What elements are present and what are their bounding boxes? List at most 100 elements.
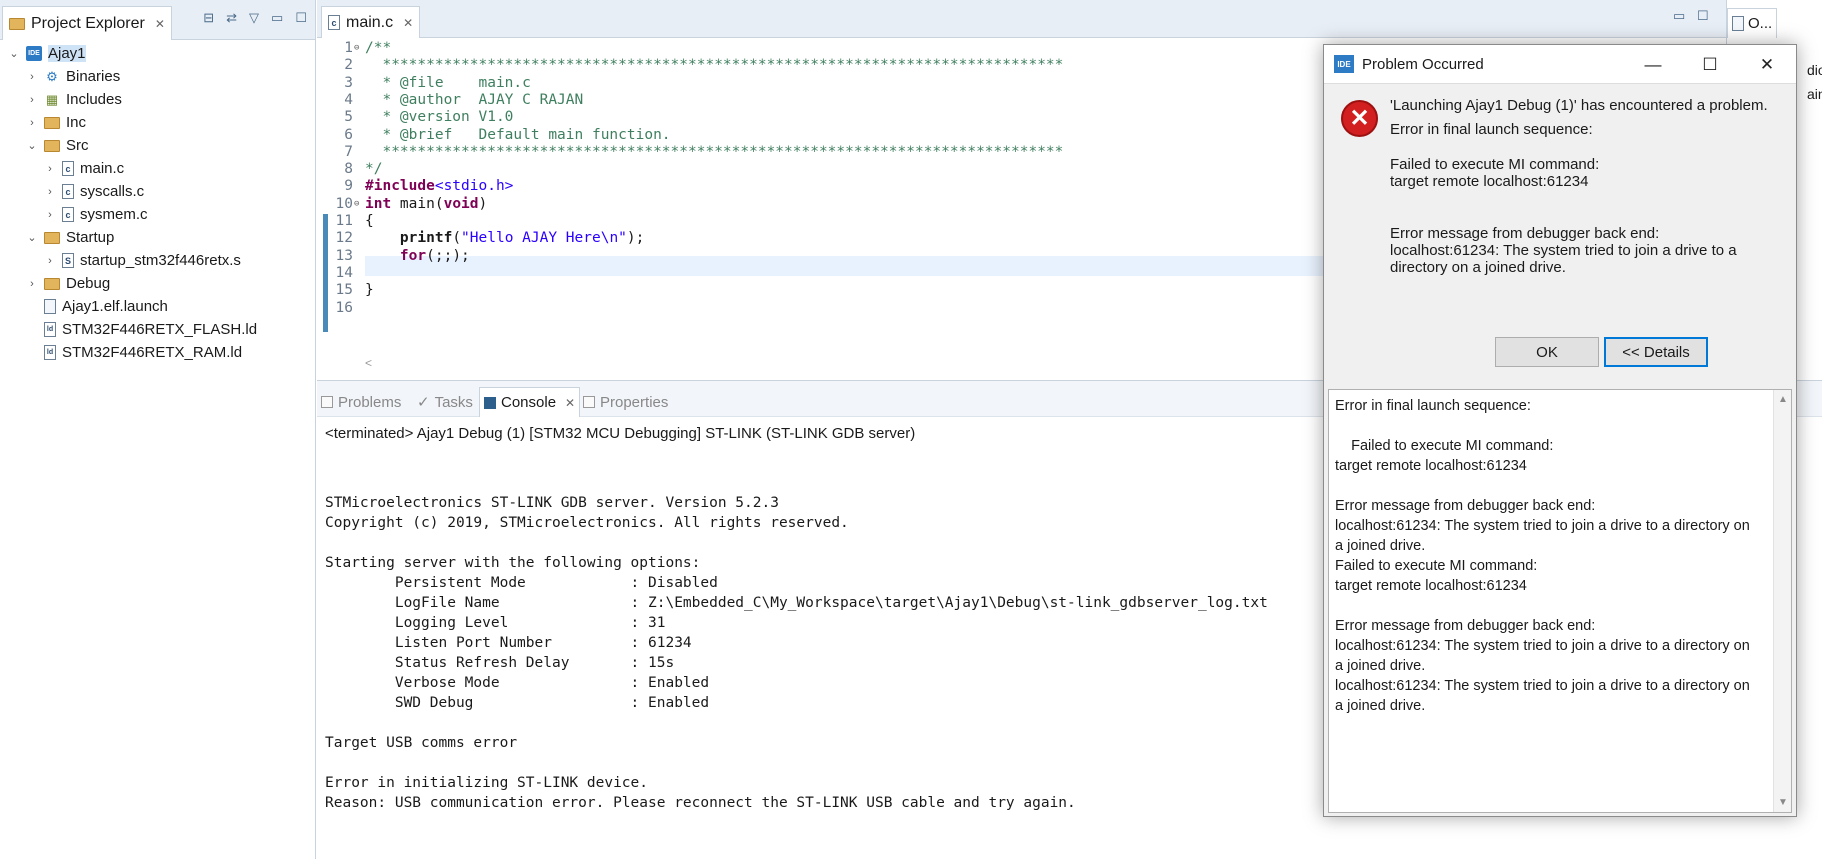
chevron-right-icon[interactable]: › (26, 117, 38, 129)
console-line: Persistent Mode : Disabled (325, 575, 718, 591)
tab-main-c[interactable]: c main.c ✕ (321, 6, 421, 38)
details-line: localhost:61234: The system tried to joi… (1335, 518, 1750, 534)
close-icon[interactable]: ✕ (403, 16, 413, 30)
collapse-all-icon[interactable]: ⊟ (203, 10, 214, 26)
ok-button[interactable]: OK (1495, 337, 1599, 367)
tab-properties[interactable]: Properties (579, 387, 672, 417)
console-output[interactable]: STMicroelectronics ST-LINK GDB server. V… (325, 473, 1268, 813)
close-icon[interactable]: ✕ (565, 396, 575, 410)
code-line: ****************************************… (365, 143, 1064, 160)
problems-icon (321, 396, 333, 408)
close-icon[interactable]: ✕ (155, 17, 165, 31)
dialog-message-line: target remote localhost:61234 (1390, 172, 1589, 190)
tree-item-label: Inc (66, 114, 87, 131)
maximize-icon[interactable]: ☐ (295, 10, 307, 26)
outline-item[interactable]: dio.h (1807, 62, 1822, 78)
tree-item-label: Ajay1.elf.launch (62, 298, 168, 315)
line-number: 5 (344, 109, 353, 126)
tree-item[interactable]: › Inc (26, 111, 86, 134)
window-close-button[interactable]: ✕ (1738, 45, 1796, 84)
editor-scroll-left-arrow[interactable]: < (365, 356, 372, 370)
window-maximize-button[interactable]: ☐ (1681, 45, 1739, 84)
fold-icon[interactable]: ⊖ (354, 43, 359, 53)
console-line: Error in initializing ST-LINK device. (325, 775, 649, 791)
console-title: <terminated> Ajay1 Debug (1) [STM32 MCU … (325, 425, 916, 442)
tree-item[interactable]: › ⚙ Binaries (26, 65, 120, 88)
chevron-down-icon[interactable]: ⌄ (8, 47, 20, 60)
details-line: Failed to execute MI command: (1335, 438, 1554, 454)
fold-icon[interactable]: ⊖ (354, 199, 359, 209)
tree-item[interactable]: ld STM32F446RETX_RAM.ld (26, 341, 242, 364)
chevron-down-icon[interactable]: ⌄ (26, 139, 38, 152)
tab-outline[interactable]: O... (1727, 8, 1778, 38)
tab-console[interactable]: Console ✕ (479, 387, 581, 417)
chevron-down-icon[interactable]: ⌄ (26, 231, 38, 244)
includes-icon: ▦ (45, 91, 59, 107)
tab-project-explorer[interactable]: Project Explorer ✕ (2, 6, 172, 40)
minimize-icon[interactable]: ▭ (271, 10, 283, 26)
details-text-area[interactable]: Error in final launch sequence: Failed t… (1328, 389, 1792, 813)
tree-item[interactable]: Ajay1.elf.launch (26, 295, 168, 318)
minimize-icon[interactable]: ▭ (1673, 8, 1685, 24)
tree-item[interactable]: › c main.c (44, 157, 124, 180)
console-line: Verbose Mode : Enabled (325, 675, 710, 691)
line-number: 4 (344, 91, 353, 108)
line-number: 14 (335, 264, 353, 281)
tree-item-label: syscalls.c (80, 183, 145, 200)
console-line: Status Refresh Delay : 15s (325, 655, 675, 671)
code-line: * @brief Default main function. (365, 126, 671, 143)
line-number: 9 (344, 178, 353, 195)
chevron-right-icon[interactable]: › (44, 255, 56, 267)
c-file-icon: c (62, 207, 74, 222)
tree-item-label: Startup (66, 229, 115, 246)
details-line: localhost:61234: The system tried to joi… (1335, 678, 1750, 694)
chevron-right-icon[interactable]: › (26, 71, 38, 83)
tree-item[interactable]: ⌄ Startup (26, 226, 114, 249)
details-scrollbar[interactable]: ▲ ▼ (1773, 390, 1791, 812)
view-menu-icon[interactable]: ▽ (249, 10, 259, 26)
maximize-icon[interactable]: ☐ (1697, 8, 1709, 24)
chevron-right-icon[interactable]: › (44, 163, 56, 175)
line-number: 10 (335, 195, 353, 212)
tasks-icon: ✓ (417, 394, 430, 411)
scroll-up-icon[interactable]: ▲ (1778, 394, 1788, 405)
console-line: LogFile Name : Z:\Embedded_C\My_Workspac… (325, 595, 1268, 611)
tree-item[interactable]: › c syscalls.c (44, 180, 144, 203)
tree-item[interactable]: ⌄ IDE Ajay1 (8, 42, 86, 65)
tree-item[interactable]: › Debug (26, 272, 110, 295)
details-button[interactable]: << Details (1604, 337, 1708, 367)
tree-item-label: main.c (80, 160, 125, 177)
outline-item[interactable]: ain(v (1807, 86, 1822, 102)
editor-tab-label: main.c (346, 13, 394, 31)
code-line: #include<stdio.h> (365, 178, 514, 195)
tree-item[interactable]: › ▦ Includes (26, 88, 122, 111)
linker-file-icon: ld (44, 322, 56, 337)
line-number: 11 (335, 213, 353, 229)
chevron-right-icon[interactable]: › (44, 186, 56, 198)
line-number: 3 (344, 74, 353, 91)
console-icon (484, 396, 496, 409)
tab-problems[interactable]: Problems (317, 387, 405, 417)
console-line: Listen Port Number : 61234 (325, 635, 692, 651)
chevron-right-icon[interactable]: › (44, 209, 56, 221)
tree-item-label: Binaries (66, 68, 121, 85)
link-with-editor-icon[interactable]: ⇄ (226, 10, 237, 26)
code-line: * @file main.c (365, 74, 531, 91)
scroll-down-icon[interactable]: ▼ (1778, 797, 1788, 808)
tree-item[interactable]: › Sstartup_stm32f446retx.s (44, 249, 241, 272)
tree-item-label: sysmem.c (80, 206, 148, 223)
tree-item[interactable]: ⌄ Src (26, 134, 88, 157)
dialog-titlebar[interactable]: IDE Problem Occurred — ☐ ✕ (1324, 45, 1796, 84)
chevron-right-icon[interactable]: › (26, 278, 38, 290)
tab-tasks[interactable]: ✓ Tasks (413, 387, 477, 417)
chevron-right-icon[interactable]: › (26, 94, 38, 106)
code-line: * @author AJAY C RAJAN (365, 91, 584, 108)
tree-item[interactable]: ld STM32F446RETX_FLASH.ld (26, 318, 257, 341)
details-line: Error in final launch sequence: (1335, 398, 1531, 414)
tree-item[interactable]: › c sysmem.c (44, 203, 148, 226)
window-minimize-button[interactable]: — (1624, 45, 1682, 84)
code-line: printf("Hello AJAY Here\n"); (399, 230, 645, 247)
